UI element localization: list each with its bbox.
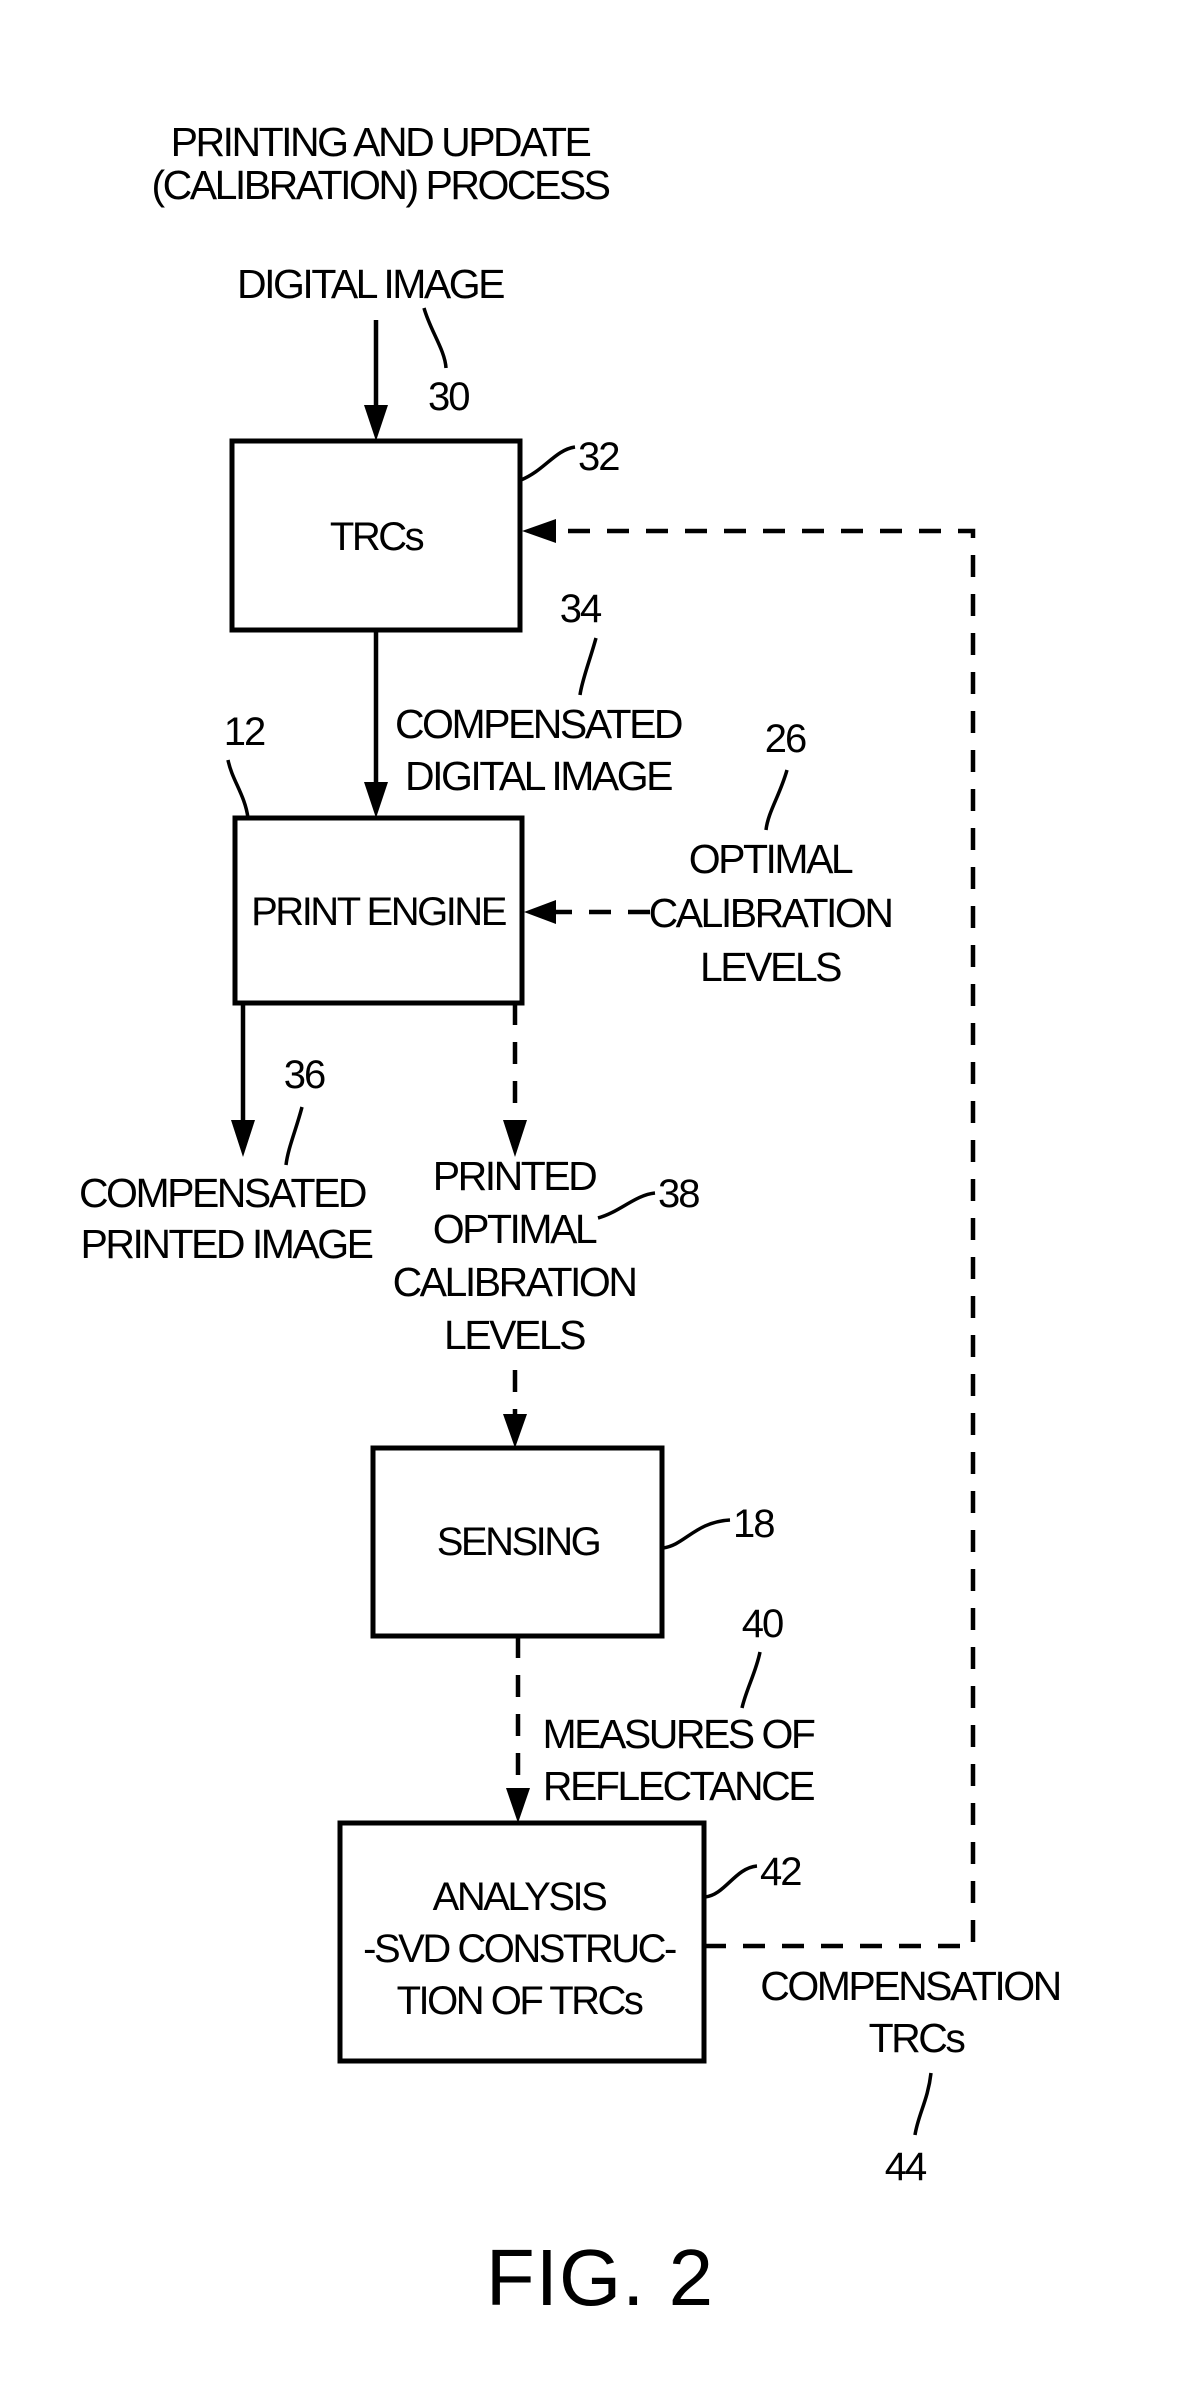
ref-34: 34 xyxy=(560,587,602,631)
diagram-title: PRINTING AND UPDATE (CALIBRATION) PROCES… xyxy=(151,119,612,208)
ref-40: 40 xyxy=(742,1602,783,1646)
arrowhead-sensing-to-analysis xyxy=(506,1788,530,1823)
ref-36: 36 xyxy=(284,1053,325,1097)
arrowhead-optimal-to-print-engine xyxy=(524,900,556,924)
printed-optimal-levels-line-3: CALIBRATION xyxy=(393,1259,636,1305)
ref-30: 30 xyxy=(428,375,469,419)
sensing-block: SENSING xyxy=(370,1445,665,1639)
arrowhead-feedback-to-trcs xyxy=(522,519,556,543)
compensation-trcs-line-2: TRCs xyxy=(869,2015,966,2061)
ref-38-leader xyxy=(597,1191,656,1220)
ref-38: 38 xyxy=(658,1172,699,1216)
analysis-block: ANALYSIS -SVD CONSTRUC- TION OF TRCs xyxy=(337,1820,707,2064)
ref-44-leader xyxy=(913,2072,933,2136)
ref-32-leader xyxy=(520,445,576,482)
ref-36-leader xyxy=(284,1106,304,1166)
trcs-label: TRCs xyxy=(330,515,424,559)
printed-optimal-levels-line-2: OPTIMAL xyxy=(433,1206,597,1252)
compensated-digital-image-label-line-2: DIGITAL IMAGE xyxy=(405,753,672,799)
ref-32: 32 xyxy=(578,435,619,479)
trcs-block: TRCs xyxy=(229,438,523,633)
measures-of-reflectance-line-2: REFLECTANCE xyxy=(543,1763,814,1809)
ref-18: 18 xyxy=(733,1502,774,1546)
ref-12: 12 xyxy=(224,710,265,754)
compensated-printed-image-line-2: PRINTED IMAGE xyxy=(81,1221,373,1267)
digital-image-label: DIGITAL IMAGE xyxy=(237,261,504,307)
compensation-trcs-line-1: COMPENSATION xyxy=(760,1963,1060,2009)
ref-26-leader xyxy=(764,769,789,831)
analysis-label-line-3: TION OF TRCs xyxy=(397,1979,643,2023)
print-engine-block: PRINT ENGINE xyxy=(232,815,525,1006)
measures-of-reflectance-line-1: MEASURES OF xyxy=(543,1711,815,1757)
arrowhead-print-engine-to-printed-levels xyxy=(503,1120,527,1157)
process-diagram: PRINTING AND UPDATE (CALIBRATION) PROCES… xyxy=(79,119,1062,2322)
compensated-digital-image-label-line-1: COMPENSATED xyxy=(395,701,682,747)
printed-optimal-levels-line-1: PRINTED xyxy=(433,1153,596,1199)
optimal-calibration-levels-line-2: CALIBRATION xyxy=(649,890,892,936)
figure-caption: FIG. 2 xyxy=(486,2233,714,2322)
ref-26: 26 xyxy=(765,717,806,761)
ref-18-leader xyxy=(662,1518,731,1550)
ref-40-leader xyxy=(740,1651,762,1709)
arrowhead-printed-levels-to-sensing xyxy=(503,1414,527,1448)
optimal-calibration-levels-line-1: OPTIMAL xyxy=(689,836,853,882)
ref-12-leader xyxy=(226,759,250,819)
optimal-calibration-levels-line-3: LEVELS xyxy=(700,944,841,990)
title-line-1: PRINTING AND UPDATE xyxy=(171,119,591,165)
arrowhead-trcs-to-print-engine xyxy=(364,782,388,818)
ref-44: 44 xyxy=(885,2145,927,2189)
ref-30-leader xyxy=(422,307,448,369)
analysis-label-line-2: -SVD CONSTRUC- xyxy=(363,1927,676,1971)
analysis-label-line-1: ANALYSIS xyxy=(433,1875,606,1919)
sensing-label: SENSING xyxy=(437,1520,600,1564)
print-engine-label: PRINT ENGINE xyxy=(251,890,506,934)
ref-34-leader xyxy=(578,637,598,696)
arrowhead-print-engine-to-printed-image xyxy=(231,1120,255,1157)
arrowhead-digital-to-trcs xyxy=(364,405,388,441)
compensated-printed-image-line-1: COMPENSATED xyxy=(79,1170,366,1216)
ref-42: 42 xyxy=(760,1850,801,1894)
printed-optimal-levels-line-4: LEVELS xyxy=(444,1312,585,1358)
title-line-2: (CALIBRATION) PROCESS xyxy=(151,162,609,208)
ref-42-leader xyxy=(704,1864,758,1899)
